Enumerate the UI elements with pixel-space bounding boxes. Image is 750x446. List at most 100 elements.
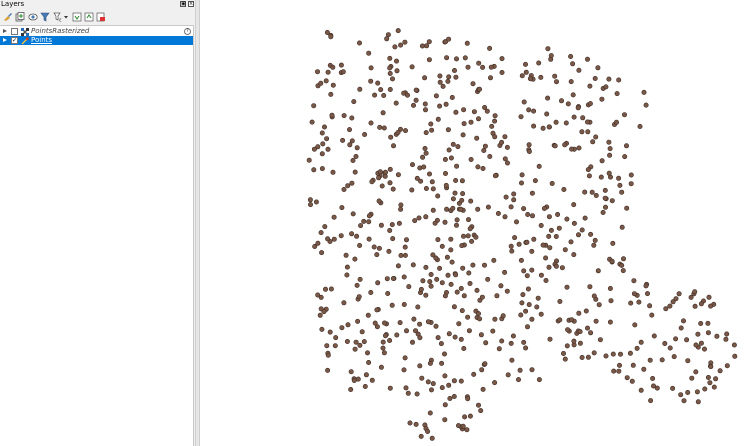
point-feature [638, 387, 644, 393]
point-feature [426, 39, 432, 45]
expand-all-icon[interactable] [72, 12, 82, 22]
layer-row-pointsrasterized[interactable]: PointsRasterized ? [0, 27, 193, 36]
point-feature [508, 204, 514, 210]
point-feature [365, 312, 371, 318]
point-feature [475, 311, 481, 317]
point-feature [526, 142, 532, 148]
point-feature [354, 282, 360, 288]
point-feature [582, 189, 588, 195]
point-feature [571, 220, 577, 226]
point-feature [419, 375, 425, 381]
float-panel-button[interactable]: ▣ [180, 1, 186, 7]
point-feature [353, 154, 359, 160]
point-feature [544, 111, 550, 117]
point-feature [708, 303, 714, 309]
point-feature [381, 350, 387, 356]
point-feature [449, 95, 455, 101]
point-feature [609, 258, 615, 264]
point-feature [591, 293, 597, 299]
point-feature [325, 236, 331, 242]
point-feature [599, 158, 605, 164]
point-feature [597, 337, 603, 343]
point-feature [459, 197, 465, 203]
point-feature [404, 328, 410, 334]
point-feature [595, 268, 601, 274]
point-feature [584, 119, 590, 125]
point-feature [678, 325, 684, 331]
point-feature [453, 109, 459, 115]
help-icon[interactable]: ? [184, 28, 191, 35]
point-feature [580, 115, 586, 121]
point-feature [389, 222, 395, 228]
point-feature [619, 224, 625, 230]
point-feature [361, 339, 367, 345]
point-feature [345, 322, 351, 328]
expand-arrow-icon[interactable] [3, 29, 7, 33]
point-feature [355, 376, 361, 382]
point-feature [471, 109, 477, 115]
point-feature [380, 345, 386, 351]
open-layer-styling-icon[interactable] [3, 12, 13, 22]
point-feature [395, 172, 401, 178]
map-canvas[interactable] [199, 0, 750, 446]
point-feature [499, 139, 505, 145]
point-feature [607, 146, 613, 152]
point-feature [492, 113, 498, 119]
point-feature [464, 427, 470, 433]
point-feature [606, 139, 612, 145]
point-feature [319, 130, 325, 136]
point-feature [338, 233, 344, 239]
point-feature [681, 398, 687, 404]
layer-row-points[interactable]: ✓ Points [0, 36, 193, 45]
point-feature [636, 299, 642, 305]
point-feature [433, 93, 439, 99]
point-feature [450, 196, 456, 202]
filter-legend-icon[interactable] [40, 12, 50, 22]
point-feature [402, 244, 408, 250]
point-feature [619, 262, 625, 268]
point-feature [694, 389, 700, 395]
point-feature [461, 345, 467, 351]
point-feature [599, 96, 605, 102]
point-feature [624, 205, 630, 211]
point-feature [480, 166, 486, 172]
point-feature [593, 193, 599, 199]
point-feature [458, 336, 464, 342]
point-feature [591, 242, 597, 248]
point-feature [411, 102, 417, 108]
panel-title: Layers [1, 0, 25, 8]
filter-by-expression-icon[interactable]: ε [53, 12, 63, 22]
add-group-icon[interactable] [15, 12, 25, 22]
point-feature [369, 377, 375, 383]
point-feature [521, 206, 527, 212]
expand-arrow-icon[interactable] [3, 38, 7, 42]
filter-dropdown-icon[interactable] [63, 12, 69, 22]
point-feature [455, 423, 461, 429]
point-feature [439, 280, 445, 286]
point-feature [386, 248, 392, 254]
point-feature [444, 55, 450, 61]
point-feature [417, 335, 423, 341]
point-feature [461, 121, 467, 127]
point-feature [620, 268, 626, 274]
close-panel-button[interactable]: × [188, 1, 194, 7]
point-feature [607, 285, 613, 291]
manage-map-themes-icon[interactable] [28, 12, 38, 22]
point-feature [422, 101, 428, 107]
point-feature [627, 350, 633, 356]
point-feature [366, 50, 372, 56]
point-feature [421, 164, 427, 170]
collapse-all-icon[interactable] [84, 12, 94, 22]
point-feature [616, 362, 622, 368]
layer-visibility-checkbox[interactable] [11, 28, 18, 35]
point-feature [515, 377, 521, 383]
point-feature [545, 95, 551, 101]
point-feature [338, 62, 344, 68]
point-feature [564, 343, 570, 349]
point-feature [504, 144, 510, 150]
point-feature [324, 29, 330, 35]
point-feature [384, 36, 390, 42]
point-feature [407, 420, 413, 426]
remove-layer-icon[interactable] [96, 12, 106, 22]
layer-visibility-checkbox[interactable]: ✓ [11, 37, 18, 44]
